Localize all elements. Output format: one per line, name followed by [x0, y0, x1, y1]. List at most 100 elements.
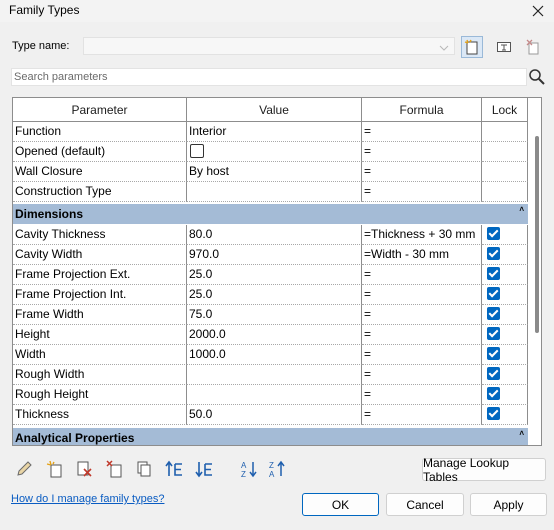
type-name-dropdown[interactable] — [83, 37, 455, 55]
parameter-value[interactable] — [187, 182, 362, 202]
vertical-scrollbar[interactable] — [531, 98, 541, 445]
parameter-name: Frame Projection Ext. — [13, 265, 187, 285]
parameter-name: Thickness — [13, 405, 187, 425]
table-row: Thickness 50.0 = — [13, 405, 528, 425]
new-parameter-button[interactable] — [43, 457, 67, 481]
parameter-value[interactable]: 80.0 — [187, 225, 362, 245]
search-icon[interactable] — [528, 68, 546, 86]
parameter-name: Wall Closure — [13, 162, 187, 182]
new-parameter-icon — [46, 460, 62, 478]
parameter-name: Height — [13, 325, 187, 345]
parameter-name: Rough Width — [13, 365, 187, 385]
lock-checkbox[interactable] — [487, 347, 500, 361]
parameter-value[interactable] — [187, 365, 362, 385]
remove-parameter-button[interactable] — [103, 457, 127, 481]
parameter-name: Function — [13, 122, 187, 142]
lock-checkbox[interactable] — [487, 327, 500, 341]
parameter-value[interactable]: 75.0 — [187, 305, 362, 325]
parameter-name: Cavity Thickness — [13, 225, 187, 245]
parameter-value[interactable] — [187, 385, 362, 405]
parameter-formula[interactable]: = — [362, 162, 482, 182]
parameter-name: Width — [13, 345, 187, 365]
sort-ascending-button[interactable]: A Z — [238, 457, 262, 481]
parameter-formula[interactable]: = — [362, 142, 482, 162]
parameter-value[interactable]: 50.0 — [187, 405, 362, 425]
parameter-formula[interactable]: = — [362, 385, 482, 405]
svg-text:Z: Z — [269, 461, 274, 470]
lock-checkbox[interactable] — [487, 367, 500, 381]
lock-checkbox[interactable] — [487, 407, 500, 421]
parameter-value[interactable]: By host — [187, 162, 362, 182]
lock-checkbox[interactable] — [487, 307, 500, 321]
parameter-formula[interactable]: = — [362, 265, 482, 285]
search-input[interactable] — [12, 69, 504, 85]
table-row: Cavity Thickness 80.0 =Thickness + 30 mm — [13, 225, 528, 245]
column-header-parameter[interactable]: Parameter — [13, 98, 187, 122]
parameter-formula[interactable]: = — [362, 285, 482, 305]
lock-checkbox[interactable] — [487, 247, 500, 261]
move-down-button[interactable] — [193, 457, 217, 481]
group-label: Analytical Properties — [15, 431, 135, 445]
lock-cell — [482, 162, 528, 182]
parameter-name: Frame Width — [13, 305, 187, 325]
parameter-value[interactable]: 970.0 — [187, 245, 362, 265]
lock-checkbox[interactable] — [487, 227, 500, 241]
parameter-formula[interactable]: = — [362, 305, 482, 325]
sort-ascending-icon: A Z — [241, 461, 257, 478]
parameter-formula[interactable]: = — [362, 345, 482, 365]
column-header-formula[interactable]: Formula — [362, 98, 482, 122]
copy-parameter-button[interactable] — [132, 457, 156, 481]
lock-cell — [482, 345, 528, 365]
edit-parameter-button[interactable] — [12, 457, 36, 481]
parameter-formula[interactable]: = — [362, 325, 482, 345]
rename-type-button[interactable] — [493, 36, 515, 58]
remove-parameter-icon — [106, 460, 122, 478]
parameter-formula[interactable]: =Thickness + 30 mm — [362, 225, 482, 245]
scrollbar-thumb[interactable] — [535, 136, 539, 333]
column-header-value[interactable]: Value — [187, 98, 362, 122]
lock-cell — [482, 245, 528, 265]
column-header-lock[interactable]: Lock — [482, 98, 528, 122]
new-type-button[interactable] — [461, 36, 483, 58]
parameter-formula[interactable]: = — [362, 122, 482, 142]
parameter-formula[interactable]: = — [362, 405, 482, 425]
parameter-value — [187, 142, 362, 162]
parameter-value[interactable]: 25.0 — [187, 285, 362, 305]
sort-descending-button[interactable]: Z A — [266, 457, 290, 481]
grid-header: Parameter Value Formula Lock — [13, 98, 528, 122]
move-up-button[interactable] — [163, 457, 187, 481]
manage-lookup-tables-button[interactable]: Manage Lookup Tables — [422, 456, 546, 484]
collapse-icon[interactable]: ˄ — [519, 424, 524, 444]
lock-checkbox[interactable] — [487, 267, 500, 281]
lock-cell — [482, 385, 528, 405]
parameter-name: Rough Height — [13, 385, 187, 405]
parameter-formula[interactable]: = — [362, 365, 482, 385]
parameter-value[interactable]: 25.0 — [187, 265, 362, 285]
delete-type-icon — [526, 39, 539, 55]
opened-default-checkbox[interactable] — [190, 143, 204, 158]
type-name-label: Type name: — [12, 40, 70, 52]
cancel-button[interactable]: Cancel — [386, 493, 464, 516]
delete-parameter-button[interactable] — [72, 457, 96, 481]
parameter-value[interactable]: 1000.0 — [187, 345, 362, 365]
apply-button[interactable]: Apply — [470, 493, 547, 516]
help-link[interactable]: How do I manage family types? — [11, 493, 164, 505]
ok-button[interactable]: OK — [302, 493, 379, 516]
table-row: Width 1000.0 = — [13, 345, 528, 365]
parameter-formula[interactable]: = — [362, 182, 482, 202]
lock-checkbox[interactable] — [487, 287, 500, 301]
parameter-value[interactable]: 2000.0 — [187, 325, 362, 345]
search-parameters-field[interactable] — [11, 68, 527, 86]
table-row: Frame Projection Int. 25.0 = — [13, 285, 528, 305]
window-title: Family Types — [9, 3, 80, 17]
lock-checkbox[interactable] — [487, 387, 500, 401]
close-button[interactable] — [528, 1, 548, 21]
parameter-value[interactable]: Interior — [187, 122, 362, 142]
group-header-dimensions[interactable]: Dimensions ˄ — [13, 204, 528, 224]
delete-type-button[interactable] — [522, 36, 544, 58]
collapse-icon[interactable]: ˄ — [519, 200, 524, 220]
lock-cell — [482, 285, 528, 305]
parameter-formula[interactable]: =Width - 30 mm — [362, 245, 482, 265]
group-header-analytical-properties[interactable]: Analytical Properties ˄ — [13, 428, 528, 445]
lock-cell — [482, 122, 528, 142]
